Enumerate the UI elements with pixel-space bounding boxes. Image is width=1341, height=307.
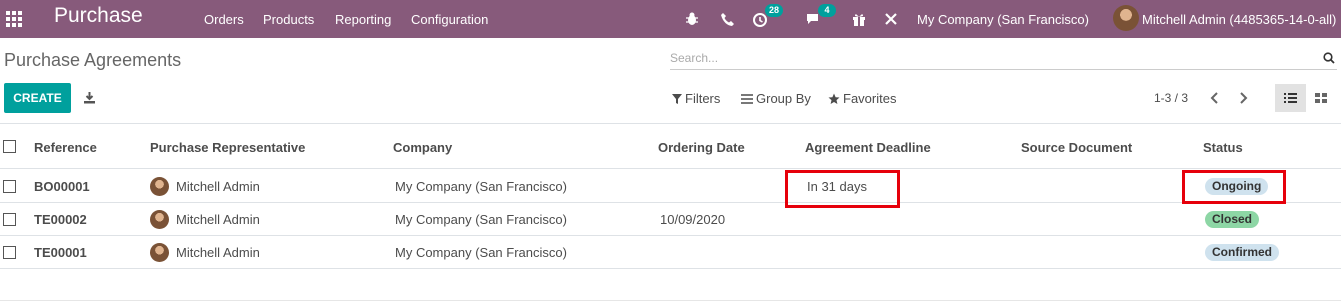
column-ordering-date[interactable]: Ordering Date (658, 140, 745, 155)
status-highlight-box (1182, 170, 1286, 204)
select-all-checkbox[interactable] (3, 140, 16, 153)
table-header: Reference Purchase Representative Compan… (0, 123, 1341, 169)
message-count-badge: 4 (818, 4, 836, 17)
ordering-date-cell: 10/09/2020 (660, 212, 726, 227)
phone-icon[interactable] (718, 10, 736, 28)
reference-cell: TE00002 (34, 212, 87, 227)
favorites-label: Favorites (843, 91, 897, 106)
kanban-view-button[interactable] (1306, 84, 1336, 112)
table-row[interactable]: TE00002 Mitchell Admin My Company (San F… (0, 203, 1341, 236)
chevron-right-icon[interactable] (1236, 90, 1250, 106)
group-by-button[interactable]: Group By (741, 91, 811, 106)
top-navbar: Purchase Orders Products Reporting Confi… (0, 0, 1341, 38)
deadline-highlight-box (785, 170, 900, 208)
reference-cell: TE00001 (34, 245, 87, 260)
reference-cell: BO00001 (34, 179, 90, 194)
company-cell: My Company (San Francisco) (395, 179, 567, 194)
group-by-label: Group By (756, 91, 811, 106)
column-agreement-deadline[interactable]: Agreement Deadline (805, 140, 931, 155)
search-bar (670, 48, 1337, 70)
row-checkbox[interactable] (3, 213, 16, 226)
chevron-left-icon[interactable] (1208, 90, 1222, 106)
create-button[interactable]: CREATE (4, 83, 71, 113)
apps-menu-icon[interactable] (6, 11, 22, 27)
company-switcher[interactable]: My Company (San Francisco) (917, 12, 1089, 27)
menu-orders[interactable]: Orders (204, 12, 244, 27)
tools-icon[interactable] (882, 10, 900, 28)
bug-icon[interactable] (683, 10, 701, 28)
gift-icon[interactable] (850, 10, 868, 28)
column-purchase-representative[interactable]: Purchase Representative (150, 140, 305, 155)
column-company[interactable]: Company (393, 140, 452, 155)
pager-value[interactable]: 1-3 / 3 (1154, 91, 1188, 105)
menu-reporting[interactable]: Reporting (335, 12, 391, 27)
representative-avatar (150, 177, 169, 196)
search-icon[interactable] (1323, 52, 1335, 64)
row-checkbox[interactable] (3, 246, 16, 259)
filter-icon (672, 93, 682, 104)
search-input[interactable] (670, 48, 1310, 68)
star-icon (828, 93, 840, 104)
company-cell: My Company (San Francisco) (395, 245, 567, 260)
representative-avatar (150, 243, 169, 262)
representative-cell: Mitchell Admin (176, 179, 260, 194)
column-status[interactable]: Status (1203, 140, 1243, 155)
representative-cell: Mitchell Admin (176, 212, 260, 227)
menu-products[interactable]: Products (263, 12, 314, 27)
user-avatar[interactable] (1113, 5, 1139, 31)
status-badge: Closed (1205, 211, 1260, 228)
representative-avatar (150, 210, 169, 229)
group-by-icon (741, 93, 753, 104)
table-row[interactable]: BO00001 Mitchell Admin My Company (San F… (0, 170, 1341, 203)
list-view-icon (1284, 93, 1297, 103)
column-source-document[interactable]: Source Document (1021, 140, 1132, 155)
row-checkbox[interactable] (3, 180, 16, 193)
user-menu[interactable]: Mitchell Admin (4485365-14-0-all) (1142, 12, 1336, 27)
menu-configuration[interactable]: Configuration (411, 12, 488, 27)
company-cell: My Company (San Francisco) (395, 212, 567, 227)
activity-count-badge: 28 (765, 4, 784, 17)
filters-button[interactable]: Filters (672, 91, 720, 106)
kanban-view-icon (1315, 93, 1327, 103)
favorites-button[interactable]: Favorites (828, 91, 896, 106)
status-badge: Confirmed (1205, 244, 1279, 261)
list-view-button[interactable] (1275, 84, 1306, 112)
filters-label: Filters (685, 91, 721, 106)
page-title[interactable]: Purchase Agreements (4, 50, 181, 71)
app-title[interactable]: Purchase (54, 3, 143, 29)
divider (0, 300, 1341, 301)
download-icon[interactable] (83, 91, 96, 104)
column-reference[interactable]: Reference (34, 140, 97, 155)
representative-cell: Mitchell Admin (176, 245, 260, 260)
table-row[interactable]: TE00001 Mitchell Admin My Company (San F… (0, 236, 1341, 269)
